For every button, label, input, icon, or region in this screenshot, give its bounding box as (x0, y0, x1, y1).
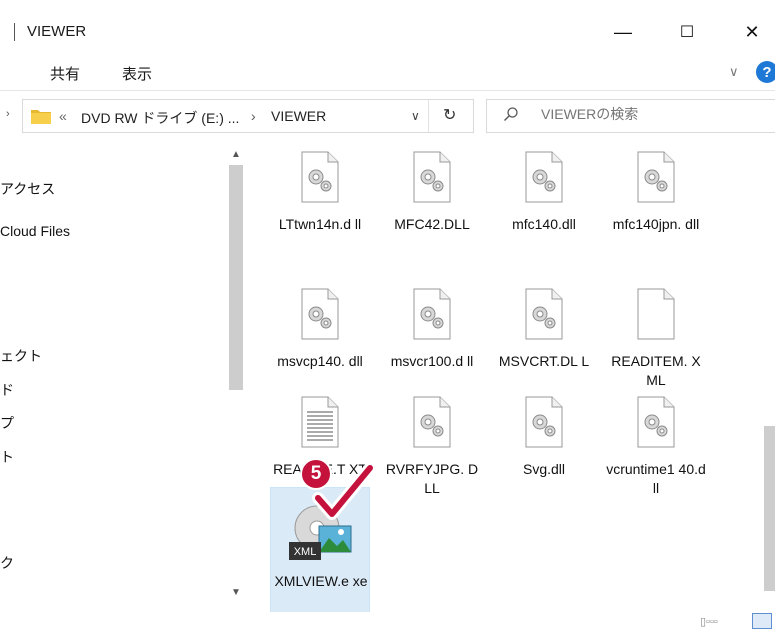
nav-item-other[interactable]: ト (0, 447, 14, 467)
folder-icon (31, 110, 51, 124)
nav-item-documents[interactable]: ド (0, 380, 14, 400)
address-divider (428, 100, 429, 132)
chevron-down-icon[interactable]: ∨ (411, 109, 420, 123)
breadcrumb-viewer[interactable]: VIEWER (271, 108, 326, 124)
file-name: LTtwn14n.d ll (278, 216, 362, 232)
breadcrumb-separator: › (251, 108, 256, 124)
file-name: vcruntime1 40.dll (606, 461, 706, 496)
file-name: MFC42.DLL (394, 216, 470, 232)
file-item[interactable]: RVRFYJPG. DLL (382, 388, 482, 528)
file-item[interactable]: MFC42.DLL (382, 143, 482, 283)
file-item[interactable]: mfc140.dll (494, 143, 594, 283)
address-bar[interactable]: « DVD RW ドライブ (E:) ... › VIEWER ∨ ↻ (22, 99, 474, 133)
details-view-icon[interactable]: ▯▫▫▫ (700, 615, 718, 628)
explorer-window: VIEWER — ☐ ✕ 共有 表示 ∨ ? › « DVD RW ドライブ (… (0, 0, 775, 633)
file-name: XMLVIEW.e xe (274, 573, 368, 589)
file-name: msvcr100.d ll (390, 353, 474, 369)
nav-item-cloud-files[interactable]: Cloud Files (0, 223, 70, 239)
scrollbar-thumb[interactable] (229, 165, 243, 390)
svg-text:XML: XML (294, 546, 317, 558)
file-name: mfc140.dll (512, 216, 576, 232)
content-scrollbar[interactable] (762, 141, 775, 611)
navigation-pane: アクセス Cloud Files ェクト ド プ ト ク (0, 141, 252, 613)
ribbon-expand-icon[interactable]: ∨ (729, 64, 739, 80)
nav-item-quick-access[interactable]: アクセス (0, 179, 55, 199)
breadcrumb-drive[interactable]: DVD RW ドライブ (E:) ... (81, 108, 239, 128)
file-list: LTtwn14n.d ll MFC42.DLL mfc140.dll mfc140jp… (262, 141, 762, 615)
large-icons-view-icon[interactable] (752, 613, 772, 629)
file-item[interactable]: Svg.dll (494, 388, 594, 528)
tab-share[interactable]: 共有 (50, 63, 80, 84)
file-item[interactable]: vcruntime1 40.dll (606, 388, 706, 528)
scroll-down-icon[interactable]: ▼ (231, 587, 241, 598)
ribbon-tabs: 共有 表示 ∨ ? (0, 55, 775, 91)
tab-view[interactable]: 表示 (122, 63, 152, 84)
maximize-button[interactable]: ☐ (664, 16, 710, 48)
search-input[interactable] (541, 106, 771, 122)
minimize-button[interactable]: — (600, 16, 646, 48)
file-name: READITEM. XML (611, 353, 701, 388)
help-icon[interactable]: ? (756, 61, 775, 83)
file-item[interactable]: mfc140jpn. dll (606, 143, 706, 283)
chevron-right-icon[interactable]: › (6, 108, 10, 120)
title-bar: VIEWER — ☐ ✕ (0, 10, 775, 55)
scroll-up-icon[interactable]: ▲ (231, 149, 241, 160)
nav-scrollbar[interactable]: ▲ ▼ (225, 141, 247, 611)
file-name: MSVCRT.DL L (498, 353, 590, 369)
nav-item-objects[interactable]: ェクト (0, 346, 42, 366)
window-title: VIEWER (14, 23, 86, 41)
file-name: RVRFYJPG. DLL (385, 461, 479, 496)
file-name: msvcp140. dll (277, 353, 363, 369)
file-name: Svg.dll (522, 461, 566, 477)
status-bar: ▯▫▫▫ (0, 612, 775, 633)
address-overflow-icon[interactable]: « (59, 108, 67, 124)
click-check-icon (312, 462, 376, 520)
nav-item-desktop[interactable]: プ (0, 413, 14, 433)
file-item[interactable]: LTtwn14n.d ll (270, 143, 370, 283)
search-box[interactable] (486, 99, 775, 133)
scrollbar-thumb[interactable] (764, 426, 775, 591)
search-icon (504, 107, 518, 121)
refresh-icon[interactable]: ↻ (443, 105, 456, 125)
close-button[interactable]: ✕ (729, 16, 775, 48)
address-row: › « DVD RW ドライブ (E:) ... › VIEWER ∨ ↻ (0, 91, 775, 141)
nav-item-network[interactable]: ク (0, 553, 14, 573)
file-name: mfc140jpn. dll (612, 216, 700, 232)
